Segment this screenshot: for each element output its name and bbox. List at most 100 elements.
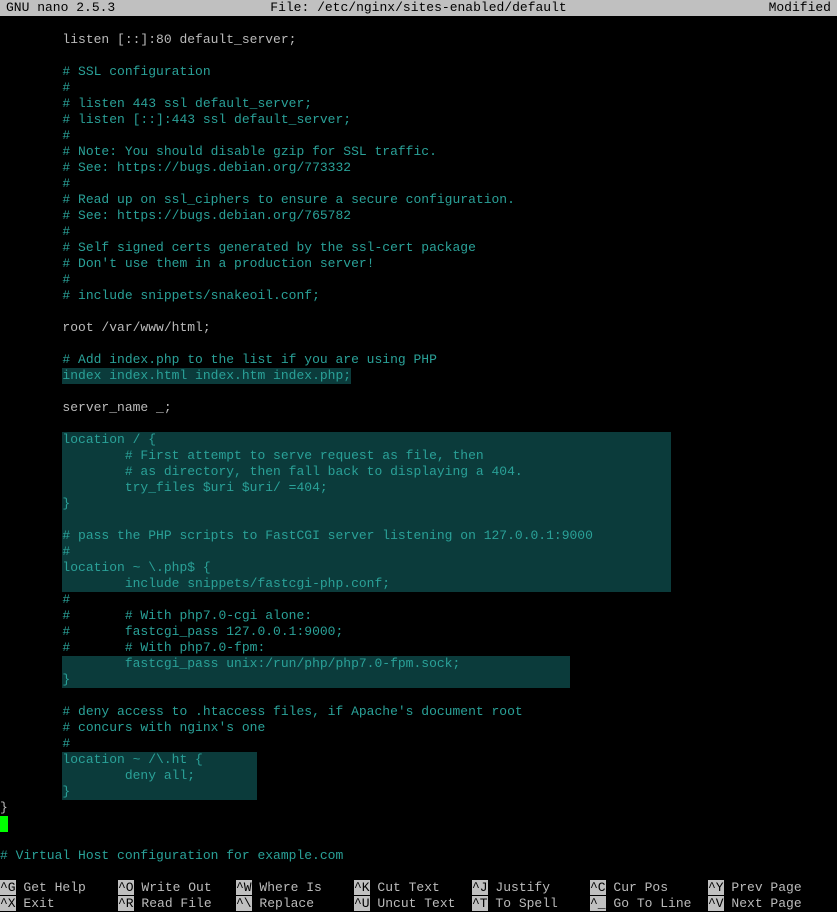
editor-line[interactable]: root /var/www/html;	[0, 320, 837, 336]
text-segment	[0, 752, 62, 768]
text-segment: include snippets/fastcgi-php.conf;	[62, 576, 671, 592]
editor-line[interactable]: index index.html index.htm index.php;	[0, 368, 837, 384]
editor-line[interactable]	[0, 416, 837, 432]
text-segment	[0, 32, 62, 48]
text-segment	[0, 176, 62, 192]
editor-line[interactable]	[0, 336, 837, 352]
text-segment: # fastcgi_pass 127.0.0.1:9000;	[62, 624, 343, 640]
editor-line[interactable]: #	[0, 592, 837, 608]
editor-line[interactable]	[0, 688, 837, 704]
editor-line[interactable]: server_name _;	[0, 400, 837, 416]
editor-line[interactable]: # Virtual Host configuration for example…	[0, 848, 837, 864]
editor-line[interactable]: # # With php7.0-fpm:	[0, 640, 837, 656]
cursor	[0, 816, 8, 832]
shortcut-item[interactable]: ^\ Replace	[236, 896, 354, 912]
editor-line[interactable]: # See: https://bugs.debian.org/765782	[0, 208, 837, 224]
editor-line[interactable]	[0, 16, 837, 32]
editor-line[interactable]: # See: https://bugs.debian.org/773332	[0, 160, 837, 176]
shortcut-key: ^O	[118, 880, 134, 895]
editor-line[interactable]: # Self signed certs generated by the ssl…	[0, 240, 837, 256]
text-segment: # Add index.php to the list if you are u…	[62, 352, 436, 368]
editor-line[interactable]	[0, 816, 837, 832]
editor-line[interactable]: # fastcgi_pass 127.0.0.1:9000;	[0, 624, 837, 640]
editor-line[interactable]: #	[0, 80, 837, 96]
editor-line[interactable]	[0, 832, 837, 848]
editor-line[interactable]: }	[0, 784, 837, 800]
text-segment: # See: https://bugs.debian.org/773332	[62, 160, 351, 176]
editor-line[interactable]: #	[0, 128, 837, 144]
shortcut-item[interactable]: ^V Next Page	[708, 896, 826, 912]
editor-line[interactable]: # First attempt to serve request as file…	[0, 448, 837, 464]
text-segment: # Self signed certs generated by the ssl…	[62, 240, 475, 256]
editor-line[interactable]	[0, 304, 837, 320]
text-segment: fastcgi_pass unix:/run/php/php7.0-fpm.so…	[62, 656, 569, 672]
editor-line[interactable]	[0, 48, 837, 64]
editor-line[interactable]: # Don't use them in a production server!	[0, 256, 837, 272]
editor-line[interactable]: include snippets/fastcgi-php.conf;	[0, 576, 837, 592]
title-bar: GNU nano 2.5.3 File: /etc/nginx/sites-en…	[0, 0, 837, 16]
text-segment: }	[62, 496, 671, 512]
text-segment: # include snippets/snakeoil.conf;	[62, 288, 319, 304]
text-segment	[0, 480, 62, 496]
editor-line[interactable]	[0, 512, 837, 528]
editor-line[interactable]: listen [::]:80 default_server;	[0, 32, 837, 48]
editor-line[interactable]: # # With php7.0-cgi alone:	[0, 608, 837, 624]
editor-line[interactable]: deny all;	[0, 768, 837, 784]
shortcut-item[interactable]: ^C Cur Pos	[590, 880, 708, 896]
editor-line[interactable]: }	[0, 672, 837, 688]
shortcut-item[interactable]: ^X Exit	[0, 896, 118, 912]
editor-line[interactable]: # as directory, then fall back to displa…	[0, 464, 837, 480]
editor-line[interactable]: # Add index.php to the list if you are u…	[0, 352, 837, 368]
text-segment: # Read up on ssl_ciphers to ensure a sec…	[62, 192, 514, 208]
editor-line[interactable]: # Read up on ssl_ciphers to ensure a sec…	[0, 192, 837, 208]
text-segment	[0, 272, 62, 288]
editor-line[interactable]: location ~ \.php$ {	[0, 560, 837, 576]
editor-line[interactable]: # pass the PHP scripts to FastCGI server…	[0, 528, 837, 544]
shortcut-item[interactable]: ^R Read File	[118, 896, 236, 912]
editor-line[interactable]	[0, 384, 837, 400]
shortcut-item[interactable]: ^J Justify	[472, 880, 590, 896]
editor-line[interactable]: }	[0, 496, 837, 512]
shortcut-key: ^U	[354, 896, 370, 911]
modified-flag: Modified	[769, 0, 831, 16]
shortcut-item[interactable]: ^T To Spell	[472, 896, 590, 912]
text-segment: # # With php7.0-cgi alone:	[62, 608, 312, 624]
shortcut-item[interactable]: ^W Where Is	[236, 880, 354, 896]
editor-area[interactable]: listen [::]:80 default_server; # SSL con…	[0, 16, 837, 864]
shortcut-item[interactable]: ^O Write Out	[118, 880, 236, 896]
editor-line[interactable]: # SSL configuration	[0, 64, 837, 80]
editor-line[interactable]: #	[0, 224, 837, 240]
text-segment: # pass the PHP scripts to FastCGI server…	[62, 528, 671, 544]
editor-line[interactable]: #	[0, 272, 837, 288]
editor-line[interactable]: #	[0, 176, 837, 192]
text-segment	[0, 96, 62, 112]
shortcut-item[interactable]: ^_ Go To Line	[590, 896, 708, 912]
editor-line[interactable]: fastcgi_pass unix:/run/php/php7.0-fpm.so…	[0, 656, 837, 672]
editor-line[interactable]: }	[0, 800, 837, 816]
shortcut-item[interactable]: ^U Uncut Text	[354, 896, 472, 912]
editor-line[interactable]: # concurs with nginx's one	[0, 720, 837, 736]
shortcut-key: ^_	[590, 896, 606, 911]
editor-line[interactable]: # Note: You should disable gzip for SSL …	[0, 144, 837, 160]
text-segment	[0, 128, 62, 144]
editor-line[interactable]: try_files $uri $uri/ =404;	[0, 480, 837, 496]
editor-line[interactable]: # listen [::]:443 ssl default_server;	[0, 112, 837, 128]
text-segment: # See: https://bugs.debian.org/765782	[62, 208, 351, 224]
editor-line[interactable]: # include snippets/snakeoil.conf;	[0, 288, 837, 304]
text-segment	[0, 784, 62, 800]
text-segment	[0, 80, 62, 96]
shortcut-item[interactable]: ^K Cut Text	[354, 880, 472, 896]
shortcut-item[interactable]: ^Y Prev Page	[708, 880, 826, 896]
text-segment: location / {	[62, 432, 671, 448]
text-segment	[0, 720, 62, 736]
editor-line[interactable]: #	[0, 544, 837, 560]
editor-line[interactable]: # deny access to .htaccess files, if Apa…	[0, 704, 837, 720]
editor-line[interactable]: #	[0, 736, 837, 752]
editor-line[interactable]: location ~ /\.ht {	[0, 752, 837, 768]
text-segment: # listen 443 ssl default_server;	[62, 96, 312, 112]
editor-line[interactable]: location / {	[0, 432, 837, 448]
text-segment	[0, 496, 62, 512]
editor-line[interactable]: # listen 443 ssl default_server;	[0, 96, 837, 112]
shortcut-item[interactable]: ^G Get Help	[0, 880, 118, 896]
text-segment: listen [::]:80 default_server;	[62, 32, 296, 48]
